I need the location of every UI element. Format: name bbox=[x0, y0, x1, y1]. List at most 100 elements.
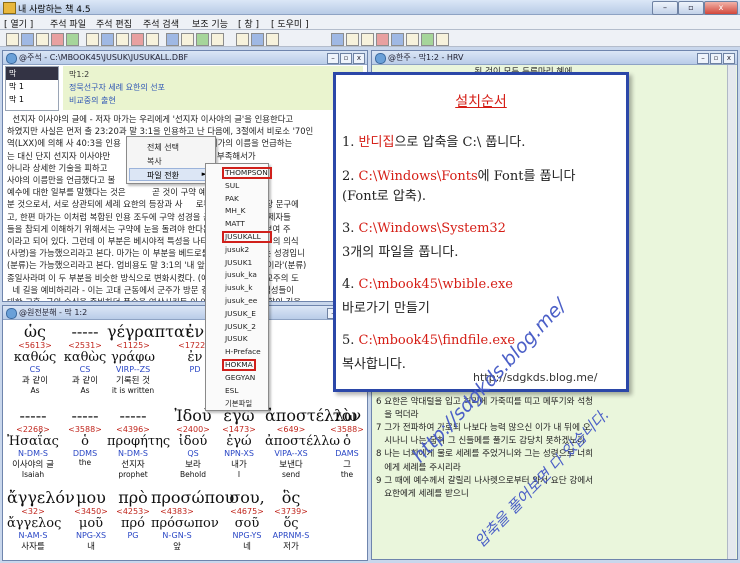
greek-word[interactable]: ----- <4396> προφήτης N-DM-S 선지자 prophet bbox=[107, 406, 170, 479]
greek-lemma: ἰδού bbox=[178, 434, 208, 449]
greek-word[interactable]: ὡς <5613> καθώς CS 과 같이 As bbox=[9, 322, 61, 395]
open-icon[interactable] bbox=[6, 33, 19, 46]
nav-icon[interactable] bbox=[331, 33, 344, 46]
min-icon[interactable]: – bbox=[327, 53, 339, 64]
submenu-item[interactable]: SUL bbox=[225, 181, 239, 190]
close-icon[interactable]: x bbox=[723, 53, 735, 64]
greek-word[interactable]: ----- <2531> καθὼς CS 과 같이 As bbox=[59, 322, 111, 395]
step-red: C:\Windows\System32 bbox=[358, 221, 506, 236]
submenu-item[interactable]: GEGYAN bbox=[225, 373, 255, 382]
zoom-icon[interactable] bbox=[251, 33, 264, 46]
english-gloss: the bbox=[340, 470, 354, 479]
strong-number: <2268> bbox=[16, 425, 50, 434]
search-icon[interactable] bbox=[86, 33, 99, 46]
korean-gloss: 내 bbox=[87, 542, 95, 552]
print-icon[interactable] bbox=[211, 33, 224, 46]
menu-open[interactable]: [ 열기 ] bbox=[4, 17, 33, 30]
minimize-button[interactable]: – bbox=[652, 1, 678, 15]
greek-word[interactable]: ἀποστέλλω <649> ἀποστέλλω VIPA--XS 보낸다 send bbox=[265, 406, 358, 479]
copy-icon[interactable] bbox=[116, 33, 129, 46]
submenu-item[interactable]: PAK bbox=[225, 194, 239, 203]
settings-icon[interactable] bbox=[436, 33, 449, 46]
korean-gloss: 과 같이 bbox=[71, 376, 99, 386]
korean-gloss: 보라 bbox=[185, 460, 201, 470]
text-icon[interactable] bbox=[236, 33, 249, 46]
tree-node[interactable]: 막 1 bbox=[6, 80, 58, 93]
commentary-line: 대한 교훈, 군의 숙식을 준비하던 풍습을 연상시키듯 이 여정도 선지자의 … bbox=[7, 296, 365, 301]
submenu-item[interactable]: H-Preface bbox=[225, 347, 261, 356]
submenu-item[interactable]: jusuk2 bbox=[225, 245, 249, 254]
bookmark-icon[interactable] bbox=[51, 33, 64, 46]
help-icon[interactable] bbox=[266, 33, 279, 46]
greek-word[interactable]: ----- <3588> ὁ DDMS the bbox=[59, 406, 111, 467]
menu-window[interactable]: [ 창 ] bbox=[238, 17, 259, 30]
greek-word-surface: ἀποστέλλω bbox=[265, 406, 358, 425]
menu-copy[interactable]: 복사 bbox=[147, 156, 162, 167]
greek-word[interactable]: τὸν <3588> ὁ DAMS 그 the bbox=[321, 406, 367, 479]
submenu-item[interactable]: jusuk_ee bbox=[225, 296, 257, 305]
english-gloss: it is written bbox=[111, 386, 155, 395]
submenu-item[interactable]: jusuk_k bbox=[225, 283, 253, 292]
scrollbar[interactable] bbox=[727, 65, 736, 559]
menu-commentary-edit[interactable]: 주석 편집 bbox=[96, 17, 132, 30]
grid-icon[interactable] bbox=[421, 33, 434, 46]
greek-word[interactable]: ----- <2268> Ἠσαΐας N-DM-S 이사야의 글 Isaiah bbox=[7, 406, 59, 479]
file-switch-label: 파일 전환 bbox=[147, 171, 179, 180]
menu-commentary-search[interactable]: 주석 검색 bbox=[143, 17, 179, 30]
tree-icon[interactable] bbox=[196, 33, 209, 46]
menu-commentary-file[interactable]: 주석 파일 bbox=[50, 17, 86, 30]
window-icon[interactable] bbox=[101, 33, 114, 46]
greek-lemma: καθώς bbox=[13, 350, 57, 365]
close-button[interactable]: x bbox=[704, 1, 738, 15]
max-icon[interactable]: ▫ bbox=[710, 53, 722, 64]
original-icon[interactable] bbox=[361, 33, 374, 46]
window-title: 내 사랑하는 책 4.5 bbox=[18, 5, 91, 15]
submenu-item[interactable]: 기본파일 bbox=[225, 398, 252, 409]
submenu-item[interactable]: MH_K bbox=[225, 206, 245, 215]
book-icon[interactable] bbox=[21, 33, 34, 46]
max-icon[interactable]: ▫ bbox=[340, 53, 352, 64]
submenu-item[interactable]: JUSUK_E bbox=[225, 309, 256, 318]
submenu-item[interactable]: jusuk_ka bbox=[225, 270, 257, 279]
diamond-icon[interactable] bbox=[391, 33, 404, 46]
bible-icon[interactable] bbox=[406, 33, 419, 46]
greek-word[interactable]: Ἰδοὺ <2400> ἰδού QS 보라 Behold bbox=[167, 406, 219, 479]
submenu-item[interactable]: ESL bbox=[225, 386, 238, 395]
delete-icon[interactable] bbox=[131, 33, 144, 46]
menu-select-all[interactable]: 전체 선택 bbox=[147, 142, 179, 153]
menu-help[interactable]: [ 도우미 ] bbox=[271, 17, 309, 30]
greek-word-surface: ----- bbox=[71, 322, 99, 341]
menu-file-switch[interactable]: 파일 전환 ► bbox=[129, 168, 213, 181]
close-icon[interactable]: x bbox=[353, 53, 365, 64]
context-menu: 전체 선택 복사 파일 전환 ► bbox=[126, 136, 216, 184]
folder-icon[interactable] bbox=[36, 33, 49, 46]
tree-view[interactable]: 막 막 1 막 1 bbox=[5, 66, 59, 111]
submenu-item[interactable]: JUSUKALL bbox=[225, 232, 261, 241]
min-icon[interactable]: – bbox=[697, 53, 709, 64]
note-icon[interactable] bbox=[146, 33, 159, 46]
greek-word[interactable]: ὃς <3739> ὅς APRNM-S 저가 bbox=[265, 488, 317, 552]
submenu-item[interactable]: JUSUK bbox=[225, 334, 248, 343]
submenu-item[interactable]: HOKMA bbox=[225, 360, 253, 369]
submenu-item[interactable]: MATT bbox=[225, 219, 245, 228]
highlight-icon[interactable] bbox=[376, 33, 389, 46]
greek-word[interactable]: ἐγὼ <1473> ἐγώ NPN-XS 내가 I bbox=[213, 406, 265, 479]
greek-word[interactable]: προσώπου <4383> πρόσωπον N-GN-S 앞 bbox=[151, 488, 234, 552]
tree-node[interactable]: 막 bbox=[6, 67, 58, 80]
table-icon[interactable] bbox=[166, 33, 179, 46]
restore-button[interactable]: ▫ bbox=[678, 1, 704, 15]
verse-line: 요한에게 세례를 받으니 bbox=[376, 489, 469, 499]
greek-word[interactable]: ἄγγελόν <32> ἄγγελος N-AM-S 사자를 bbox=[7, 488, 75, 552]
greek-word-surface: τὸν bbox=[332, 406, 362, 425]
greek-word-surface: ----- bbox=[71, 406, 99, 425]
tree-node[interactable]: 막 1 bbox=[6, 93, 58, 106]
search-text-icon[interactable] bbox=[346, 33, 359, 46]
greek-word[interactable]: γέγραπται <1125> γράφω VIRP--ZS 기록된 것 it is w… bbox=[107, 322, 191, 395]
edit-icon[interactable] bbox=[66, 33, 79, 46]
submenu-item[interactable]: THOMPSON bbox=[225, 168, 268, 177]
menu-tools[interactable]: 보조 기능 bbox=[192, 17, 228, 30]
submenu-item[interactable]: JUSUK_2 bbox=[225, 322, 256, 331]
greek-lemma: ἀποστέλλω bbox=[265, 434, 341, 449]
list-icon[interactable] bbox=[181, 33, 194, 46]
submenu-item[interactable]: JUSUK1 bbox=[225, 258, 252, 267]
